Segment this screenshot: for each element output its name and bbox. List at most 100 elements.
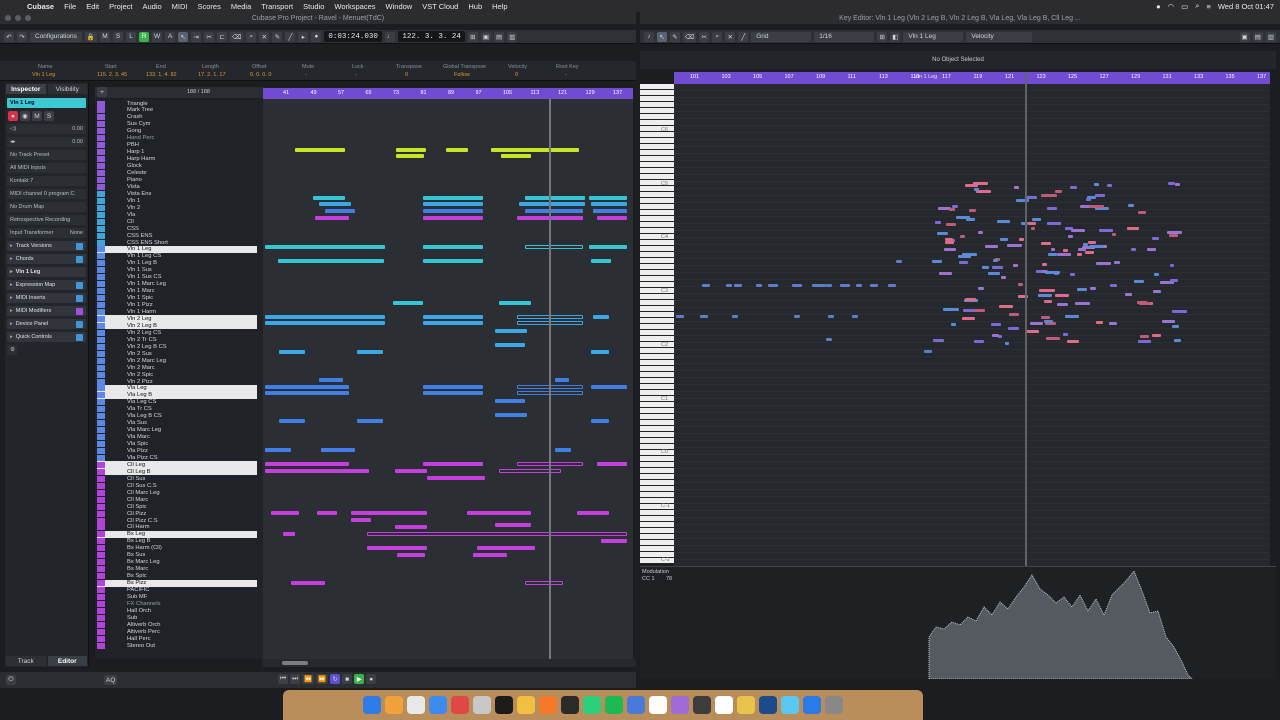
track-name[interactable]: Celeste <box>127 170 147 176</box>
midi-note[interactable] <box>985 244 998 248</box>
track-name[interactable]: Sus Cym <box>127 121 151 127</box>
midi-note[interactable] <box>1167 230 1182 234</box>
midi-note[interactable] <box>978 230 983 234</box>
menu-app[interactable]: Cubase <box>22 2 59 11</box>
midi-note[interactable] <box>992 265 1004 269</box>
track-row[interactable]: Vla Spic <box>97 441 257 448</box>
track-row[interactable]: FX Channels <box>97 600 257 607</box>
info-value-length[interactable]: 17. 2. 1. 17 <box>198 72 226 78</box>
midi-part[interactable] <box>423 315 483 319</box>
midi-note[interactable] <box>981 266 990 270</box>
track-name[interactable]: Cll Sus <box>127 476 145 482</box>
section-device-panel[interactable]: Device Panel <box>7 319 86 329</box>
midi-note[interactable] <box>1137 339 1151 343</box>
inspector-settings-icon[interactable]: ⚙ <box>7 345 17 355</box>
midi-note[interactable] <box>942 307 959 311</box>
midi-note[interactable] <box>1172 324 1179 328</box>
midi-note[interactable] <box>1109 284 1117 288</box>
metronome-icon[interactable]: ♩ <box>384 31 396 42</box>
track-row[interactable]: Vla Tr CS <box>97 406 257 413</box>
erase-tool-icon[interactable]: ⌫ <box>683 31 697 42</box>
midi-note[interactable] <box>812 284 826 287</box>
retrospective-recording[interactable]: Retrospective Recording <box>7 215 86 225</box>
track-row[interactable]: Bs Leg <box>97 530 257 538</box>
midi-note[interactable] <box>1085 197 1091 201</box>
track-row[interactable]: Cll Sus <box>97 475 257 482</box>
midi-part[interactable] <box>593 209 627 213</box>
menu-audio[interactable]: Audio <box>137 2 166 11</box>
midi-note[interactable] <box>1038 294 1052 298</box>
track-row[interactable]: Cll Spic <box>97 503 257 510</box>
track-name[interactable]: Vla Marc <box>127 434 150 440</box>
track-name[interactable]: Bs Spic <box>127 573 147 579</box>
dock-app-icon[interactable] <box>385 696 403 714</box>
track-name[interactable]: Vln 2 Pizz <box>127 379 153 385</box>
dock-app-icon[interactable] <box>737 696 755 714</box>
automation-button[interactable]: A <box>165 31 176 42</box>
midi-note[interactable] <box>1009 312 1019 316</box>
midi-note[interactable] <box>1169 264 1175 268</box>
track-row[interactable]: Piano <box>97 176 257 183</box>
mute-track-button[interactable]: M <box>32 111 42 121</box>
track-row[interactable]: Bs Marc Leg <box>97 559 257 566</box>
track-name[interactable]: Vla <box>127 212 135 218</box>
midi-note[interactable] <box>1039 289 1055 293</box>
midi-part[interactable] <box>525 245 583 249</box>
section-expression-map[interactable]: Expression Map <box>7 280 86 290</box>
menubar-clock[interactable]: Wed 8 Oct 01:47 <box>1218 2 1274 11</box>
track-name[interactable]: Bs Marc Leg <box>127 559 160 565</box>
draw-tool-icon[interactable]: ✎ <box>670 31 680 42</box>
go-to-start-icon[interactable]: ⏮ <box>278 674 288 684</box>
track-name[interactable]: Sub MF <box>127 594 147 600</box>
track-row[interactable]: Stereo Out <box>97 642 257 649</box>
info-value-end[interactable]: 133. 1. 4. 82 <box>146 72 177 78</box>
midi-part[interactable] <box>477 546 535 550</box>
midi-part[interactable] <box>423 462 483 466</box>
track-name[interactable]: PBH <box>127 142 139 148</box>
track-row[interactable]: Vla Leg B CS <box>97 413 257 420</box>
midi-note[interactable] <box>973 187 979 191</box>
layout-icon-3[interactable]: ▥ <box>507 31 518 42</box>
midi-note[interactable] <box>1126 226 1139 230</box>
midi-note[interactable] <box>1062 249 1069 253</box>
track-row[interactable]: Bs Leg B <box>97 538 257 545</box>
track-name[interactable]: Vla Leg B <box>127 392 152 398</box>
midi-part[interactable] <box>397 553 425 557</box>
midi-note[interactable] <box>1096 261 1112 265</box>
track-row[interactable]: Altiverb Perc <box>97 628 257 635</box>
track-row[interactable]: Hall Orch <box>97 607 257 614</box>
midi-note[interactable] <box>792 284 802 287</box>
track-row[interactable]: Glock <box>97 163 257 170</box>
play-icon[interactable]: ▶ <box>354 674 365 684</box>
midi-note[interactable] <box>1131 247 1137 251</box>
configurations-dropdown[interactable]: Configurations <box>30 31 82 42</box>
midi-part[interactable] <box>423 196 483 200</box>
midi-note[interactable] <box>991 323 1001 327</box>
track-name[interactable]: Vln 2 Marc <box>127 365 155 371</box>
track-row[interactable]: Vln 2 <box>97 204 257 211</box>
track-row[interactable]: Vln 1 Sus CS <box>97 274 257 281</box>
midi-note[interactable] <box>936 231 949 235</box>
midi-part[interactable] <box>525 209 583 213</box>
track-name[interactable]: Hall Orch <box>127 608 151 614</box>
section-midi-inserts[interactable]: MIDI Inserts <box>7 293 86 303</box>
midi-note[interactable] <box>1137 210 1147 214</box>
track-name[interactable]: Vln 2 Leg CS <box>127 330 161 336</box>
track-name[interactable]: Vln 2 Marc Leg <box>127 358 166 364</box>
midi-note[interactable] <box>1128 203 1135 207</box>
input-transformer-row[interactable]: Input Transformer None <box>7 228 86 238</box>
track-row[interactable]: Vln 1 Spic <box>97 295 257 302</box>
track-row[interactable]: Hand Perc <box>97 135 257 142</box>
track-name[interactable]: Bs Leg B <box>127 538 151 544</box>
midi-note[interactable] <box>768 284 778 287</box>
pointer-tool-icon[interactable]: ↖ <box>178 31 189 42</box>
track-row[interactable]: Vla Pizz <box>97 448 257 455</box>
track-name[interactable]: Gong <box>127 128 141 134</box>
track-row[interactable]: Vln 1 <box>97 197 257 204</box>
section-chords[interactable]: Chords <box>7 254 86 264</box>
track-name[interactable]: Mark Tree <box>127 107 153 113</box>
search-icon[interactable]: ⌕ <box>1195 1 1199 11</box>
track-row[interactable]: Vla Marc Leg <box>97 427 257 434</box>
midi-part[interactable] <box>499 301 531 305</box>
midi-note[interactable] <box>1095 194 1105 198</box>
